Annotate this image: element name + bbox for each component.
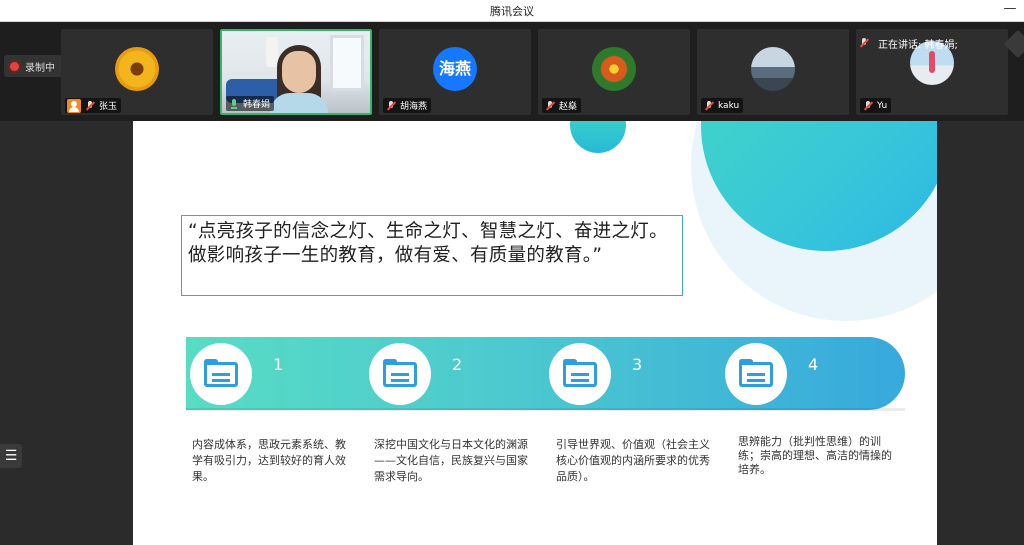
speaking-indicator: 正在讲话: 韩春娟;: [858, 33, 958, 53]
folder-icon: [739, 359, 773, 387]
step-number: 3: [632, 355, 643, 374]
avatar-text: 海燕: [433, 46, 477, 91]
recording-indicator[interactable]: 录制中: [4, 55, 64, 77]
participant-tile[interactable]: 赵燊: [538, 29, 690, 115]
speaker-mic-icon: [858, 37, 870, 49]
quote-box: “点亮孩子的信念之灯、生命之灯、智慧之灯、奋进之灯。做影响孩子一生的教育，做有爱…: [181, 215, 683, 296]
minimize-button[interactable]: —: [1002, 1, 1018, 19]
host-icon: [67, 98, 81, 113]
participant-tile[interactable]: 海燕 胡海燕: [379, 29, 531, 115]
participant-nametag: Yu: [860, 98, 892, 113]
avatar-sunflower: [115, 46, 159, 91]
mic-muted-icon: [703, 100, 715, 112]
step-description: 内容成体系，思政元素系统、教学有吸引力，达到较好的育人效果。: [192, 438, 346, 483]
record-icon: [10, 61, 19, 71]
decor-circle-small: [570, 121, 626, 153]
step-description: 引导世界观、价值观（社会主义核心价值观的内涵所要求的优秀品质）。: [556, 438, 710, 483]
participant-name: Yu: [877, 100, 888, 111]
mic-muted-icon: [385, 100, 397, 112]
quote-text: “点亮孩子的信念之灯、生命之灯、智慧之灯、奋进之灯。做影响孩子一生的教育，做有爱…: [188, 221, 668, 266]
mic-muted-icon: [862, 100, 874, 112]
video-lamp: [266, 37, 278, 67]
folder-icon: [383, 359, 417, 387]
participant-nametag: 韩春娟: [226, 96, 275, 111]
step-circle: [369, 343, 431, 405]
participant-name: 赵燊: [559, 102, 578, 112]
mic-muted-icon: [84, 100, 96, 112]
participant-name: kaku: [718, 100, 740, 111]
folder-icon: [563, 359, 597, 387]
participant-tile[interactable]: kaku: [697, 29, 849, 115]
participant-tile[interactable]: 张玉: [61, 29, 213, 115]
band-shadow: [186, 408, 905, 411]
mic-on-icon: [228, 98, 240, 110]
participant-name: 韩春娟: [243, 100, 271, 110]
participant-nametag: 胡海燕: [383, 98, 432, 113]
speaking-label: 正在讲话: 韩春娟;: [878, 39, 958, 51]
step-number: 4: [808, 355, 819, 374]
participant-tile-active[interactable]: 韩春娟: [220, 29, 372, 115]
avatar-dock: [751, 46, 795, 91]
participant-nametag: 张玉: [65, 98, 122, 113]
participant-strip: 录制中 张玉 韩春娟 海燕 胡海燕 赵燊 kaku Yu 正在讲话: 韩春娟;: [0, 22, 1024, 121]
app-title: 腾讯会议: [490, 5, 534, 18]
recording-label: 录制中: [25, 62, 55, 74]
folder-icon: [204, 359, 238, 387]
step-circle: [549, 343, 611, 405]
shared-slide: “点亮孩子的信念之灯、生命之灯、智慧之灯、奋进之灯。做影响孩子一生的教育，做有爱…: [133, 121, 937, 545]
step-description: 深挖中国文化与日本文化的渊源——文化自信，民族复兴与国家需求导向。: [374, 438, 528, 483]
participant-nametag: 赵燊: [542, 98, 582, 113]
participant-name: 胡海燕: [400, 102, 428, 112]
participant-name: 张玉: [99, 102, 118, 112]
steps-band: [186, 337, 905, 411]
step-number: 2: [452, 355, 463, 374]
menu-icon[interactable]: ☰: [0, 444, 22, 468]
video-body: [270, 93, 328, 113]
title-bar: 腾讯会议 —: [0, 0, 1024, 22]
video-face: [282, 51, 316, 93]
step-description: 思辨能力（批判性思维）的训练；崇高的理想、高洁的情操的培养。: [738, 435, 892, 476]
step-number: 1: [273, 355, 284, 374]
step-circle: [190, 343, 252, 405]
avatar-flower: [592, 46, 636, 91]
mic-muted-icon: [544, 100, 556, 112]
step-circle: [725, 343, 787, 405]
participant-nametag: kaku: [701, 98, 744, 113]
video-window: [330, 35, 364, 91]
